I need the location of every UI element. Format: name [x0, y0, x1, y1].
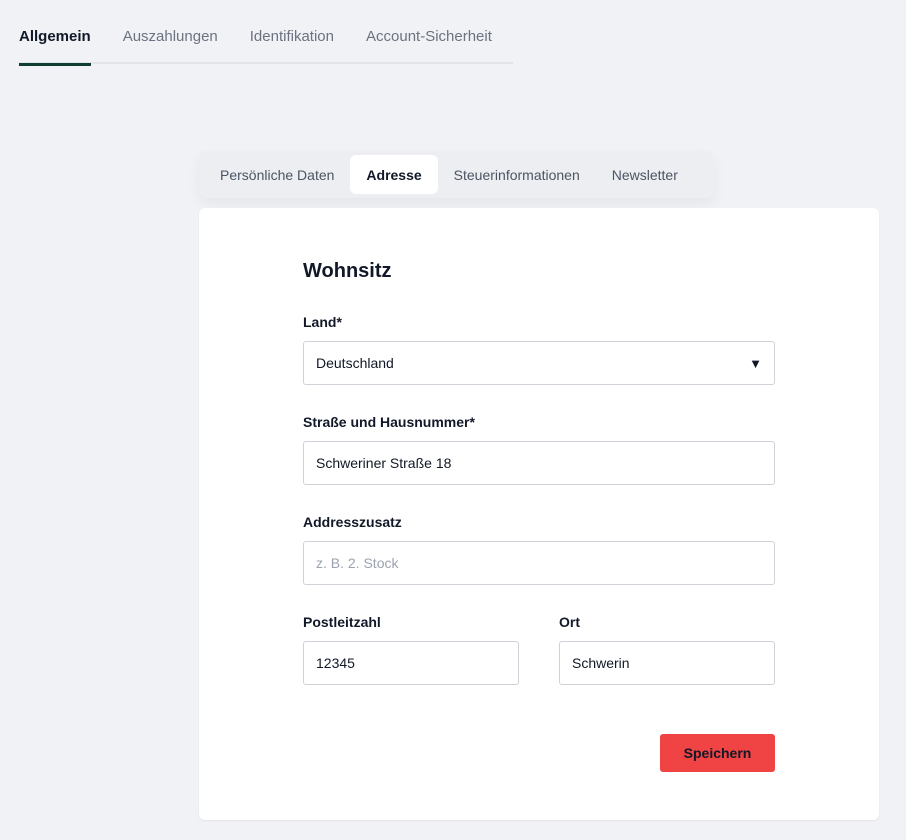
sub-tab-bar: Persönliche Daten Adresse Steuerinformat… [199, 151, 714, 198]
city-label: Ort [559, 614, 580, 630]
address-extra-label: Addresszusatz [303, 514, 402, 530]
country-label: Land* [303, 314, 342, 330]
section-title: Wohnsitz [303, 260, 392, 282]
subtab-adresse[interactable]: Adresse [350, 155, 438, 194]
subtab-steuerinformationen[interactable]: Steuerinformationen [438, 155, 596, 194]
street-label: Straße und Hausnummer* [303, 414, 475, 430]
street-input[interactable] [303, 441, 775, 485]
tab-allgemein[interactable]: Allgemein [19, 0, 91, 66]
main-tab-bar: Allgemein Auszahlungen Identifikation Ac… [19, 0, 513, 66]
caret-down-icon: ▼ [749, 355, 762, 371]
address-form-card: Wohnsitz Land* Deutschland ▼ Straße und … [199, 208, 879, 820]
country-value: Deutschland [316, 355, 394, 371]
city-input[interactable] [559, 641, 775, 685]
subtab-persoenliche-daten[interactable]: Persönliche Daten [204, 155, 350, 194]
address-extra-input[interactable] [303, 541, 775, 585]
subtab-newsletter[interactable]: Newsletter [596, 155, 694, 194]
country-select[interactable]: Deutschland ▼ [303, 341, 775, 385]
tab-identifikation[interactable]: Identifikation [250, 0, 334, 64]
save-button[interactable]: Speichern [660, 734, 775, 772]
tab-auszahlungen[interactable]: Auszahlungen [123, 0, 218, 64]
tab-account-sicherheit[interactable]: Account-Sicherheit [366, 0, 492, 64]
postal-code-label: Postleitzahl [303, 614, 381, 630]
postal-code-input[interactable] [303, 641, 519, 685]
